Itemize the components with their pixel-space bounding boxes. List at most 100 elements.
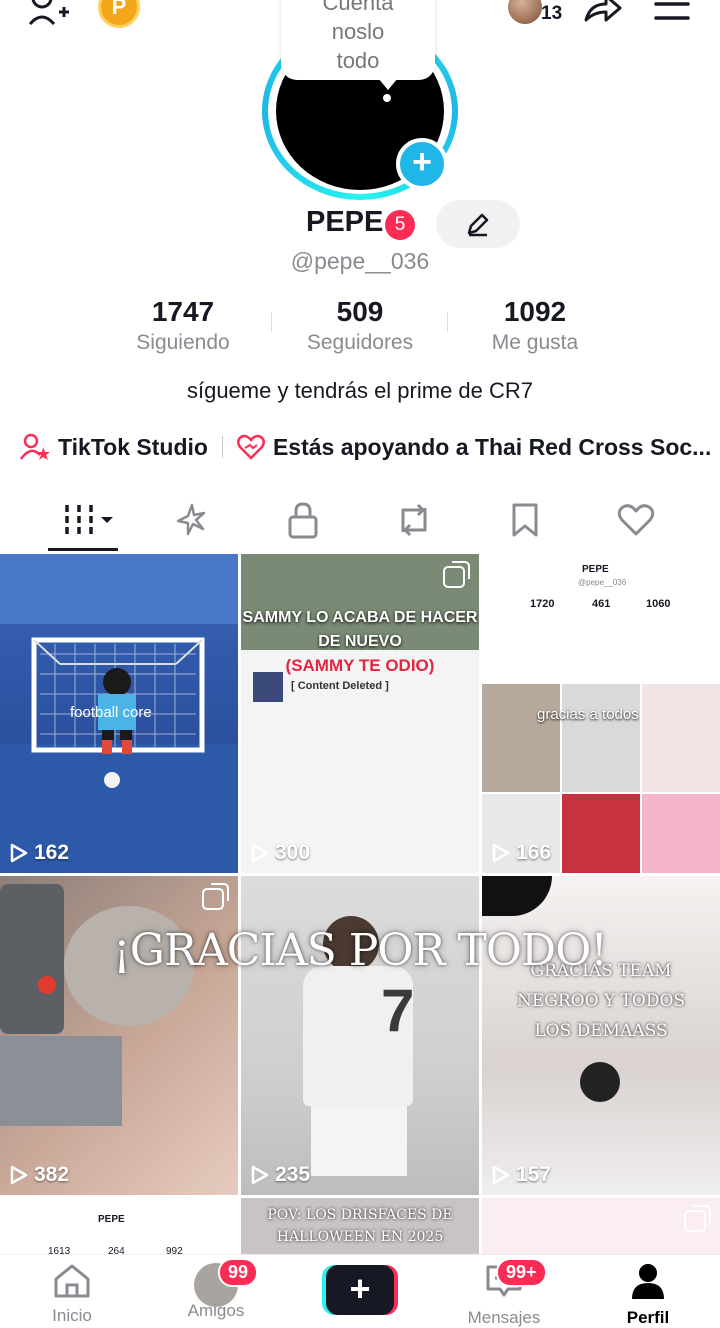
view-count-value: 166 <box>516 841 552 864</box>
video-grid: football core 162 SAMMY LO ACABA DE HACE… <box>0 554 720 1254</box>
mini-stat: 992 <box>166 1246 183 1254</box>
profile-icon <box>632 1264 664 1299</box>
view-count-value: 382 <box>34 1163 70 1186</box>
player-shorts-graphic <box>311 1106 407 1176</box>
multi-photo-icon <box>202 883 229 910</box>
stat-value: 509 <box>336 296 384 327</box>
tiktok-studio-link[interactable]: TikTok Studio <box>58 434 208 461</box>
shirt-number: 7 <box>381 977 415 1044</box>
tiktok-studio-icon <box>20 433 50 460</box>
note-bubble-dot <box>383 94 391 102</box>
view-count: 382 <box>10 1163 69 1187</box>
profile-tabs <box>0 492 720 552</box>
view-count-value: 162 <box>34 841 70 864</box>
mini-stat: 1613 <box>48 1246 71 1254</box>
video-caption: SAMMY LO ACABA DE HACER DE NUEVO <box>242 609 478 650</box>
mini-stat: 461 <box>592 598 611 610</box>
video-caption: POV: LOS DRISFACES DE HALLOWEEN EN 2025 <box>267 1207 453 1245</box>
video-thumbnail[interactable]: GRACIAS TEAM NEGROO Y TODOS LOS DEMAASS … <box>482 876 720 1195</box>
tab-private[interactable] <box>263 492 343 548</box>
stat-value: 1747 <box>151 296 215 327</box>
mini-stat: 1060 <box>646 598 671 610</box>
view-count: 235 <box>251 1163 310 1187</box>
notification-badge: 99+ <box>496 1258 547 1287</box>
play-icon <box>10 843 28 863</box>
video-thumbnail[interactable]: POV: LOS DRISFACES DE HALLOWEEN EN 2025 <box>241 1198 479 1254</box>
nav-profile[interactable]: Perfil <box>588 1263 708 1328</box>
end-call-graphic <box>38 976 56 994</box>
video-caption: football core <box>70 704 152 721</box>
home-icon <box>54 1264 90 1298</box>
friends-avatar[interactable] <box>508 0 542 24</box>
video-thumbnail[interactable]: football core 162 <box>0 554 238 873</box>
bookmark-icon <box>512 503 538 537</box>
video-thumbnail[interactable] <box>482 1198 720 1254</box>
big-overlay-caption: ¡GRACIAS POR TODO! <box>113 925 608 976</box>
bottom-nav: Inicio Amigos 99 + Mensajes 99+ Perfil <box>0 1254 720 1328</box>
share-icon[interactable] <box>582 0 622 29</box>
play-icon <box>492 843 510 863</box>
play-icon <box>251 1165 269 1185</box>
charity-link[interactable]: Estás apoyando a Thai Red Cross Soc... <box>273 434 711 461</box>
view-count: 157 <box>492 1163 551 1187</box>
add-story-plus-icon[interactable]: + <box>396 138 448 190</box>
active-tab-indicator <box>48 548 118 551</box>
name-badge: 5 <box>385 210 415 240</box>
sparkle-icon <box>176 503 206 536</box>
nav-home[interactable]: Inicio <box>12 1263 132 1326</box>
nav-inbox[interactable]: Mensajes 99+ <box>444 1258 564 1328</box>
view-count: 300 <box>251 841 310 865</box>
video-thumbnail[interactable]: 7 235 <box>241 876 479 1195</box>
plus-icon: + <box>326 1265 394 1315</box>
mini-profile-name: PEPE <box>98 1214 125 1225</box>
skull-graphic <box>580 1062 620 1102</box>
coin-icon[interactable]: P <box>98 0 140 28</box>
stat-likes[interactable]: 1092 Me gusta <box>445 296 625 355</box>
note-line: todo <box>336 48 380 73</box>
edit-profile-button[interactable] <box>436 200 520 248</box>
black-shape-graphic <box>482 876 552 916</box>
note-line: noslo <box>331 19 385 44</box>
tab-reposts[interactable] <box>374 492 454 548</box>
video-caption: gracias a todos <box>537 706 639 723</box>
charity-heart-icon <box>236 434 265 460</box>
profile-bio: sígueme y tendrás el prime de CR7 <box>186 378 534 403</box>
play-icon <box>10 1165 28 1185</box>
stat-label: Seguidores <box>306 331 414 354</box>
heart-icon <box>617 504 655 536</box>
stat-label: Me gusta <box>491 331 579 354</box>
mini-profile-handle: @pepe__036 <box>578 578 627 587</box>
tab-saved[interactable] <box>485 492 565 548</box>
nav-label: Inicio <box>52 1306 92 1325</box>
note-line: Cuenta <box>322 0 394 15</box>
create-button[interactable]: + <box>322 1265 398 1315</box>
video-thumbnail[interactable]: SAMMY LO ACABA DE HACER DE NUEVO (SAMMY … <box>241 554 479 873</box>
nav-friends[interactable]: Amigos 99 <box>156 1258 276 1321</box>
video-thumbnail[interactable]: PEPE @pepe__036 1720 461 1060 gracias a … <box>482 554 720 873</box>
profile-links: TikTok Studio Estás apoyando a Thai Red … <box>20 430 720 464</box>
thumb-mini-icon <box>253 672 283 702</box>
tab-liked[interactable] <box>596 492 676 548</box>
play-icon <box>251 843 269 863</box>
stat-followers[interactable]: 509 Seguidores <box>270 296 450 355</box>
add-friend-icon[interactable] <box>28 0 70 31</box>
menu-icon[interactable] <box>654 2 690 27</box>
view-count-value: 235 <box>275 1163 311 1186</box>
multi-photo-icon <box>443 561 470 588</box>
view-count-value: 157 <box>516 1163 552 1186</box>
view-count-value: 300 <box>275 841 311 864</box>
video-thumbnail[interactable]: 382 <box>0 876 238 1195</box>
repost-icon <box>401 503 427 537</box>
tab-effects[interactable] <box>152 492 232 548</box>
note-bubble[interactable]: Cuenta noslo todo <box>281 0 435 80</box>
nav-label: Amigos <box>187 1301 245 1320</box>
profile-handle: @pepe__036 <box>290 248 430 274</box>
nav-label: Perfil <box>626 1308 670 1327</box>
stat-value: 1092 <box>503 296 567 327</box>
video-thumbnail[interactable]: PEPE 1613 264 992 <box>0 1198 238 1254</box>
tab-videos[interactable] <box>48 492 128 548</box>
stat-following[interactable]: 1747 Siguiendo <box>93 296 273 355</box>
profile-name: PEPE <box>306 206 384 238</box>
stat-label: Siguiendo <box>136 331 230 354</box>
notification-badge: 99 <box>218 1258 259 1287</box>
